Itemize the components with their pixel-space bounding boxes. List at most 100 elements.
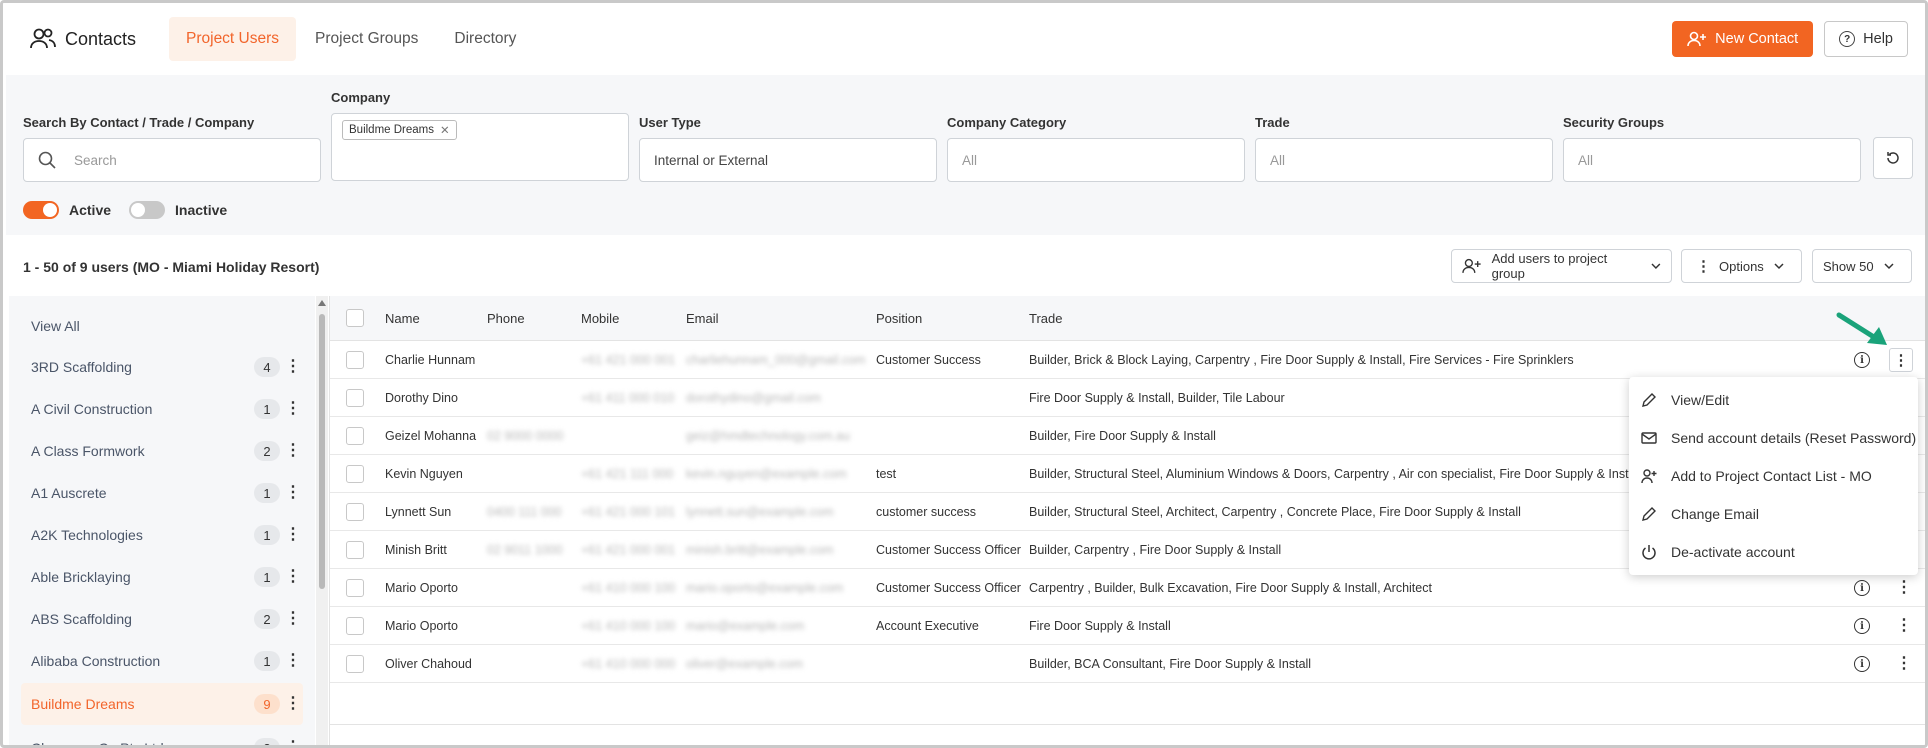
kebab-icon[interactable]: ⋮ [285, 611, 301, 627]
sidebar-item-view-all[interactable]: View All [21, 306, 303, 346]
sidebar-item[interactable]: ABS Scaffolding 2 ⋮ [21, 599, 303, 639]
page-size-select[interactable]: Show 50 [1812, 249, 1912, 283]
kebab-icon[interactable]: ⋮ [285, 485, 301, 501]
column-header-name[interactable]: Name [385, 296, 420, 341]
select-all-checkbox[interactable] [346, 309, 364, 327]
toggle-knob [43, 203, 57, 217]
tab-directory[interactable]: Directory [437, 17, 533, 61]
kebab-icon[interactable]: ⋮ [285, 527, 301, 543]
kebab-icon[interactable]: ⋮ [285, 653, 301, 669]
sidebar-item[interactable]: Cleaney + Co Pty Ltd 2 ⋮ [21, 728, 303, 746]
row-kebab-icon[interactable]: ⋮ [1896, 580, 1912, 596]
search-input[interactable]: Search [23, 138, 321, 182]
options-button[interactable]: ⋮ Options [1681, 249, 1802, 283]
chevron-down-icon [1651, 263, 1661, 270]
table-row[interactable]: Oliver Chahoud +61 410 000 000 oliver@ex… [330, 645, 1925, 683]
column-header-trade[interactable]: Trade [1029, 296, 1062, 341]
brand: Contacts [29, 27, 169, 51]
cell-name: Mario Oporto [385, 581, 458, 595]
company-filter-label: Company [331, 90, 391, 105]
count-badge: 1 [254, 525, 280, 545]
sidebar-item[interactable]: A Class Formwork 2 ⋮ [21, 431, 303, 471]
sidebar-scrollbar[interactable] [316, 296, 328, 745]
row-checkbox[interactable] [346, 655, 364, 673]
row-checkbox[interactable] [346, 617, 364, 635]
column-header-mobile[interactable]: Mobile [581, 296, 619, 341]
count-badge: 1 [254, 651, 280, 671]
info-icon[interactable]: i [1854, 580, 1870, 596]
company-category-select[interactable]: All [947, 138, 1245, 182]
search-filter: Search By Contact / Trade / Company Sear… [23, 115, 321, 182]
inactive-label: Inactive [175, 202, 228, 218]
row-checkbox[interactable] [346, 427, 364, 445]
inactive-toggle[interactable] [129, 201, 166, 219]
scroll-thumb[interactable] [319, 314, 325, 589]
security-groups-filter: Security Groups All [1563, 115, 1861, 182]
kebab-icon[interactable]: ⋮ [285, 740, 301, 746]
menu-item-deactivate-account[interactable]: De-activate account [1629, 533, 1918, 571]
active-toggle[interactable] [23, 201, 59, 219]
user-type-select[interactable]: Internal or External [639, 138, 937, 182]
row-checkbox[interactable] [346, 541, 364, 559]
row-checkbox[interactable] [346, 503, 364, 521]
sidebar-item-label: ABS Scaffolding [31, 611, 132, 627]
info-icon[interactable]: i [1854, 618, 1870, 634]
info-icon[interactable]: i [1854, 656, 1870, 672]
sidebar-item-label: View All [31, 318, 80, 334]
cell-mobile: +61 421 000 001 [581, 543, 676, 557]
sidebar-item-active[interactable]: Buildme Dreams 9 ⋮ [21, 683, 303, 725]
kebab-icon[interactable]: ⋮ [285, 696, 301, 712]
sidebar-item[interactable]: A Civil Construction 1 ⋮ [21, 389, 303, 429]
company-category-label: Company Category [947, 115, 1067, 130]
new-contact-button[interactable]: New Contact [1672, 21, 1814, 57]
sidebar-item[interactable]: 3RD Scaffolding 4 ⋮ [21, 347, 303, 387]
sidebar-item[interactable]: A2K Technologies 1 ⋮ [21, 515, 303, 555]
kebab-icon[interactable]: ⋮ [285, 443, 301, 459]
row-kebab-icon[interactable]: ⋮ [1896, 656, 1912, 672]
scroll-up-icon[interactable] [318, 300, 326, 306]
table-row[interactable]: Mario Oporto +61 410 000 100 mario@examp… [330, 607, 1925, 645]
menu-item-add-to-project-contact-list[interactable]: Add to Project Contact List - MO [1629, 457, 1918, 495]
row-checkbox[interactable] [346, 389, 364, 407]
add-user-icon [1687, 31, 1707, 47]
add-users-to-group-button[interactable]: Add users to project group [1451, 249, 1672, 283]
sidebar-item[interactable]: Alibaba Construction 1 ⋮ [21, 641, 303, 681]
trade-select[interactable]: All [1255, 138, 1553, 182]
help-button[interactable]: ? Help [1824, 21, 1908, 57]
cell-mobile: +61 421 000 101 [581, 505, 676, 519]
app-title: Contacts [65, 28, 137, 49]
help-icon: ? [1839, 31, 1856, 47]
tab-project-groups[interactable]: Project Groups [298, 17, 435, 61]
menu-item-change-email[interactable]: Change Email [1629, 495, 1918, 533]
column-header-phone[interactable]: Phone [487, 296, 525, 341]
kebab-icon[interactable]: ⋮ [285, 569, 301, 585]
info-icon[interactable]: i [1854, 352, 1870, 368]
options-label: Options [1719, 258, 1764, 274]
power-icon [1642, 545, 1656, 560]
company-multiselect[interactable]: Buildme Dreams ✕ [331, 113, 629, 181]
sidebar-item[interactable]: A1 Auscrete 1 ⋮ [21, 473, 303, 513]
annotation-arrow-icon [1836, 312, 1887, 345]
security-groups-select[interactable]: All [1563, 138, 1861, 182]
menu-item-send-account-details[interactable]: Send account details (Reset Password) [1629, 419, 1918, 457]
sidebar-item[interactable]: Able Bricklaying 1 ⋮ [21, 557, 303, 597]
column-header-position[interactable]: Position [876, 296, 922, 341]
row-kebab-button-active[interactable]: ⋮ [1889, 348, 1913, 372]
row-checkbox[interactable] [346, 351, 364, 369]
tab-project-users[interactable]: Project Users [169, 17, 297, 61]
kebab-icon[interactable]: ⋮ [285, 401, 301, 417]
kebab-icon[interactable]: ⋮ [285, 359, 301, 375]
cell-email: kevin.nguyen@example.com [686, 467, 847, 481]
reset-filters-button[interactable] [1873, 137, 1913, 179]
row-kebab-icon[interactable]: ⋮ [1896, 618, 1912, 634]
table-row[interactable]: Charlie Hunnam +61 421 000 001 charliehu… [330, 341, 1925, 379]
column-header-email[interactable]: Email [686, 296, 719, 341]
cell-mobile: +61 421 111 000 [581, 467, 674, 481]
chip-remove-icon[interactable]: ✕ [440, 123, 450, 137]
cell-email: oliver@example.com [686, 657, 803, 671]
row-checkbox[interactable] [346, 465, 364, 483]
row-checkbox[interactable] [346, 579, 364, 597]
menu-item-view-edit[interactable]: View/Edit [1629, 381, 1918, 419]
menu-item-label: Add to Project Contact List - MO [1671, 468, 1872, 484]
help-label: Help [1863, 31, 1893, 47]
